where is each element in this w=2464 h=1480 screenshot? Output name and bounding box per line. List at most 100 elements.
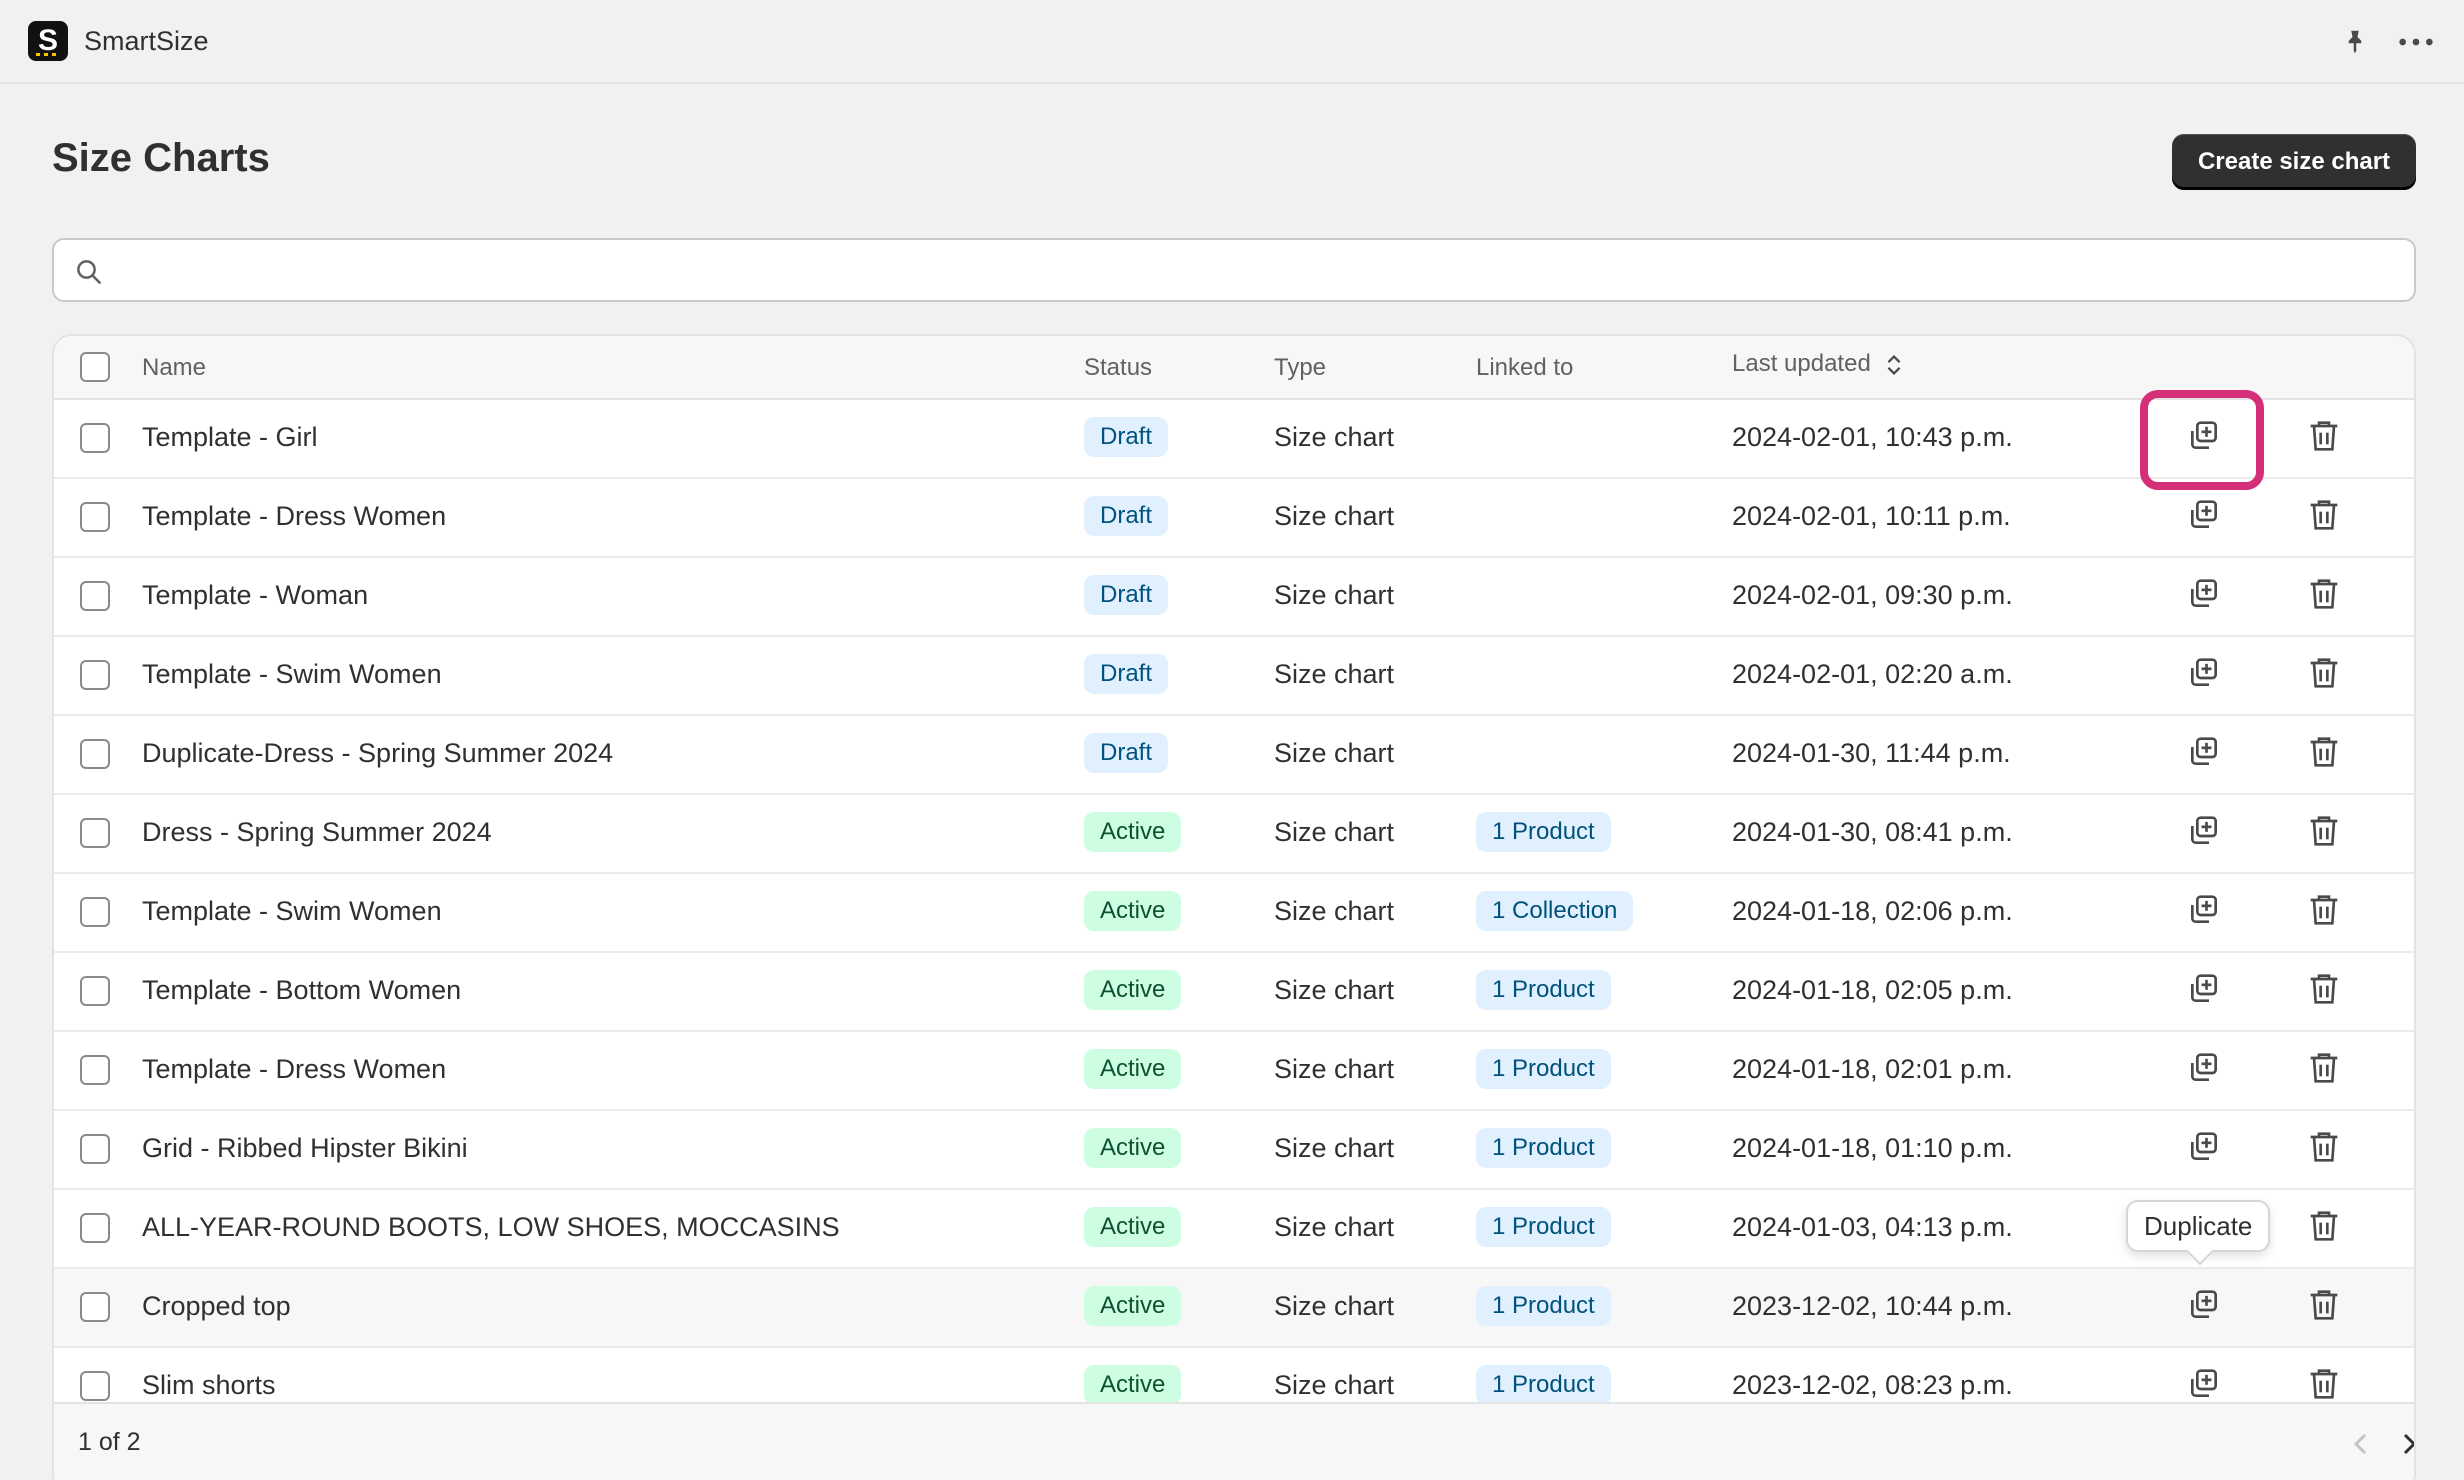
duplicate-icon[interactable] — [2184, 969, 2224, 1009]
row-name[interactable]: Duplicate-Dress - Spring Summer 2024 — [142, 738, 613, 769]
row-name[interactable]: Template - Swim Women — [142, 896, 442, 927]
table-row[interactable]: Dress - Spring Summer 2024 Active Size cha… — [54, 795, 2414, 874]
duplicate-icon[interactable] — [2184, 890, 2224, 930]
row-checkbox[interactable] — [80, 423, 110, 453]
row-checkbox[interactable] — [80, 1292, 110, 1322]
row-type: Size chart — [1274, 1291, 1395, 1321]
status-badge: Draft — [1084, 654, 1169, 694]
row-name[interactable]: ALL-YEAR-ROUND BOOTS, LOW SHOES, MOCCASI… — [142, 1212, 840, 1243]
linked-badge: 1 Product — [1476, 1207, 1611, 1247]
sort-icon[interactable] — [1885, 351, 1903, 379]
search-icon — [77, 260, 101, 284]
row-checkbox[interactable] — [80, 976, 110, 1006]
row-checkbox[interactable] — [80, 897, 110, 927]
row-checkbox[interactable] — [80, 502, 110, 532]
duplicate-button-highlight — [2140, 390, 2264, 490]
table-row[interactable]: ALL-YEAR-ROUND BOOTS, LOW SHOES, MOCCASI… — [54, 1190, 2414, 1269]
row-name[interactable]: Cropped top — [142, 1291, 291, 1322]
table-row[interactable]: Template - Dress Women Active Size chart 1 … — [54, 1032, 2414, 1111]
size-charts-table: Name Status Type Linked to Last updated … — [52, 334, 2416, 1480]
delete-icon[interactable] — [2304, 1364, 2344, 1404]
row-name[interactable]: Template - Bottom Women — [142, 975, 461, 1006]
delete-icon[interactable] — [2304, 890, 2344, 930]
table-row[interactable]: Template - Swim Women Active Size chart 1 C… — [54, 874, 2414, 953]
status-badge: Active — [1084, 1286, 1182, 1326]
duplicate-icon[interactable] — [2184, 495, 2224, 535]
row-name[interactable]: Dress - Spring Summer 2024 — [142, 817, 492, 848]
row-type: Size chart — [1274, 1212, 1395, 1242]
row-type: Size chart — [1274, 580, 1395, 610]
row-name[interactable]: Slim shorts — [142, 1370, 276, 1401]
row-name[interactable]: Grid - Ribbed Hipster Bikini — [142, 1133, 468, 1164]
row-checkbox[interactable] — [80, 660, 110, 690]
row-checkbox[interactable] — [80, 1371, 110, 1401]
row-name[interactable]: Template - Swim Women — [142, 659, 442, 690]
column-last-updated-header[interactable]: Last updated — [1732, 350, 1903, 379]
row-last-updated: 2024-02-01, 10:43 p.m. — [1732, 422, 2013, 452]
pagination-footer: 1 of 2 — [54, 1402, 2414, 1480]
delete-icon[interactable] — [2304, 811, 2344, 851]
search-input[interactable] — [118, 248, 2398, 292]
table-row[interactable]: Template - Girl Draft Size chart 2024-02-01… — [54, 400, 2414, 479]
row-name[interactable]: Template - Woman — [142, 580, 368, 611]
table-row[interactable]: Duplicate-Dress - Spring Summer 2024 Draf… — [54, 716, 2414, 795]
delete-icon[interactable] — [2304, 416, 2344, 456]
table-row[interactable]: Template - Swim Women Draft Size chart 2024… — [54, 637, 2414, 716]
row-checkbox[interactable] — [80, 581, 110, 611]
row-checkbox[interactable] — [80, 1055, 110, 1085]
delete-icon[interactable] — [2304, 732, 2344, 772]
duplicate-icon[interactable] — [2184, 1048, 2224, 1088]
more-horizontal-icon[interactable] — [2396, 26, 2436, 58]
duplicate-icon[interactable] — [2184, 574, 2224, 614]
row-last-updated: 2023-12-02, 08:23 p.m. — [1732, 1370, 2013, 1400]
duplicate-icon[interactable] — [2184, 1285, 2224, 1325]
delete-icon[interactable] — [2304, 1285, 2344, 1325]
delete-icon[interactable] — [2304, 1127, 2344, 1167]
delete-icon[interactable] — [2304, 1206, 2344, 1246]
row-type: Size chart — [1274, 659, 1395, 689]
duplicate-icon[interactable] — [2184, 1364, 2224, 1404]
status-badge: Active — [1084, 1128, 1182, 1168]
row-checkbox[interactable] — [80, 818, 110, 848]
previous-page-icon[interactable] — [2344, 1426, 2380, 1462]
row-checkbox[interactable] — [80, 1134, 110, 1164]
pin-icon[interactable] — [2340, 26, 2370, 58]
row-type: Size chart — [1274, 1054, 1395, 1084]
app-name: SmartSize — [84, 26, 209, 56]
duplicate-tooltip: Duplicate — [2126, 1200, 2271, 1252]
table-row[interactable]: Template - Bottom Women Active Size chart 1… — [54, 953, 2414, 1032]
row-last-updated: 2024-01-03, 04:13 p.m. — [1732, 1212, 2013, 1242]
app-window: S SmartSize Size Charts Create size char… — [0, 0, 2464, 1480]
delete-icon[interactable] — [2304, 1048, 2344, 1088]
select-all-checkbox[interactable] — [80, 352, 110, 382]
next-page-icon[interactable] — [2390, 1426, 2416, 1462]
delete-icon[interactable] — [2304, 495, 2344, 535]
table-row[interactable]: Template - Woman Draft Size chart 2024-02-0… — [54, 558, 2414, 637]
status-badge: Draft — [1084, 496, 1169, 536]
create-size-chart-button[interactable]: Create size chart — [2172, 134, 2416, 190]
row-name[interactable]: Template - Dress Women — [142, 501, 446, 532]
row-last-updated: 2024-02-01, 10:11 p.m. — [1732, 501, 2011, 531]
duplicate-icon[interactable] — [2184, 732, 2224, 772]
table-row[interactable]: Template - Dress Women Draft Size chart 202… — [54, 479, 2414, 558]
duplicate-icon[interactable] — [2184, 1127, 2224, 1167]
delete-icon[interactable] — [2304, 969, 2344, 1009]
linked-badge: 1 Product — [1476, 970, 1611, 1010]
row-last-updated: 2024-01-18, 02:06 p.m. — [1732, 896, 2013, 926]
delete-icon[interactable] — [2304, 653, 2344, 693]
table-row[interactable]: Grid - Ribbed Hipster Bikini Active Size c… — [54, 1111, 2414, 1190]
table-row[interactable]: Slim shorts Active Size chart 1 Product 2023… — [54, 1348, 2414, 1404]
search-box[interactable] — [52, 238, 2416, 302]
table-row[interactable]: Cropped top Active Size chart 1 Product 2023… — [54, 1269, 2414, 1348]
duplicate-icon[interactable] — [2184, 653, 2224, 693]
row-last-updated: 2024-01-30, 08:41 p.m. — [1732, 817, 2013, 847]
row-type: Size chart — [1274, 1133, 1395, 1163]
status-badge: Active — [1084, 1207, 1182, 1247]
duplicate-icon[interactable] — [2184, 811, 2224, 851]
row-checkbox[interactable] — [80, 1213, 110, 1243]
row-checkbox[interactable] — [80, 739, 110, 769]
linked-badge: 1 Product — [1476, 812, 1611, 852]
delete-icon[interactable] — [2304, 574, 2344, 614]
row-name[interactable]: Template - Girl — [142, 422, 318, 453]
row-name[interactable]: Template - Dress Women — [142, 1054, 446, 1085]
